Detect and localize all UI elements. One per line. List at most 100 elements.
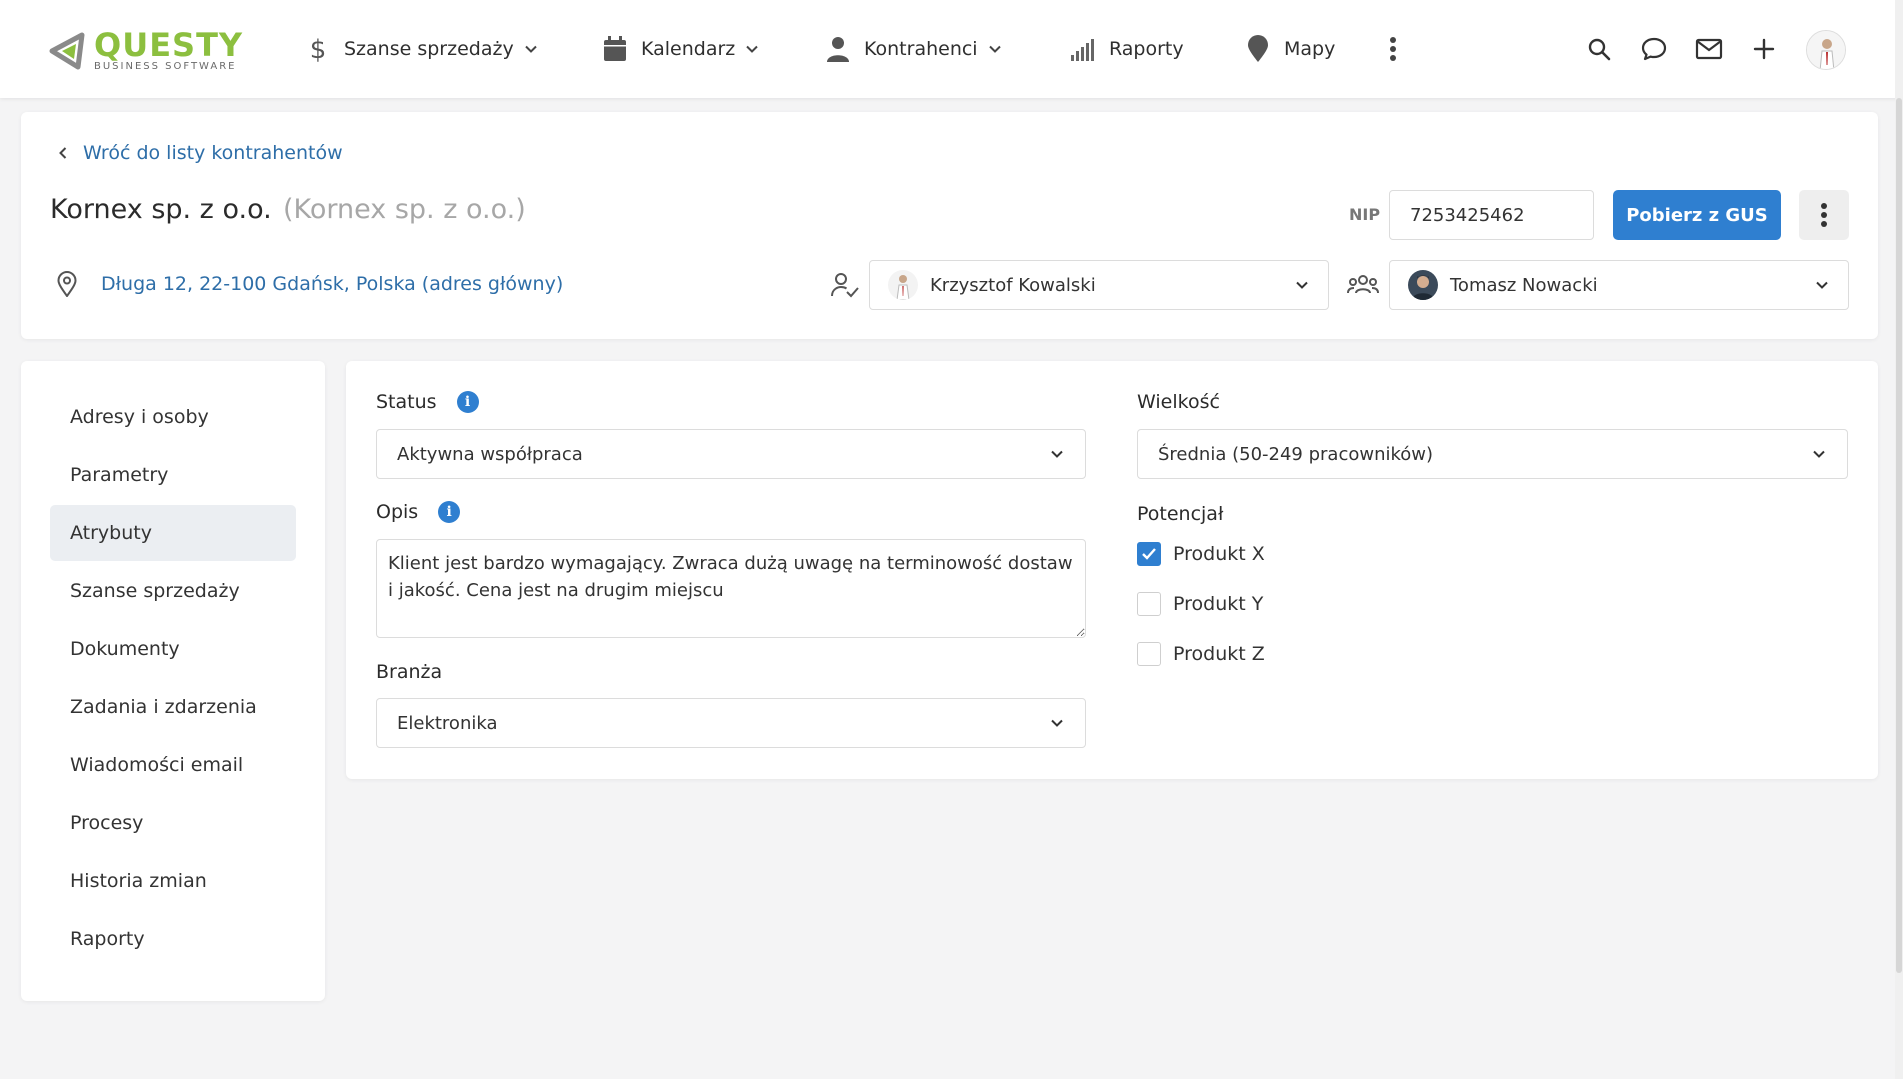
- user-check-icon: [830, 270, 860, 300]
- nav-item-label: Raporty: [1109, 38, 1184, 60]
- checkmark-icon: [1142, 548, 1156, 560]
- status-value: Aktywna współpraca: [397, 443, 583, 465]
- contractor-sidebar: Adresy i osoby Parametry Atrybuty Szanse…: [21, 361, 325, 1001]
- logo-main-text: QUESTY: [94, 25, 244, 64]
- potential-option-label: Produkt Y: [1173, 593, 1264, 615]
- svg-text:$: $: [310, 35, 327, 63]
- sidebar-item-parameters[interactable]: Parametry: [50, 447, 296, 503]
- back-to-list-link[interactable]: Wróć do listy kontrahentów: [55, 142, 343, 164]
- address-text: Długa 12, 22-100 Gdańsk, Polska (adres g…: [101, 273, 564, 295]
- potential-option-label: Produkt Z: [1173, 643, 1265, 665]
- potential-option-label: Produkt X: [1173, 543, 1265, 565]
- chevron-down-icon: [745, 42, 759, 56]
- nav-item-reports[interactable]: Raporty: [1069, 30, 1184, 68]
- industry-label-text: Branża: [376, 661, 443, 683]
- potential-label-text: Potencjał: [1137, 503, 1224, 525]
- team-icon: [1347, 270, 1379, 300]
- nip-label: NIP: [1349, 205, 1381, 224]
- logo-sub-text: BUSINESS SOFTWARE: [94, 60, 237, 72]
- user-avatar[interactable]: [1806, 30, 1846, 70]
- sidebar-item-tasks-events[interactable]: Zadania i zdarzenia: [50, 679, 296, 735]
- potential-label: Potencjał: [1137, 503, 1223, 525]
- person-icon: [824, 35, 852, 63]
- top-navigation: QUESTY BUSINESS SOFTWARE $ Szanse sprzed…: [0, 0, 1903, 98]
- info-icon[interactable]: i: [438, 501, 461, 523]
- nav-item-label: Kontrahenci: [864, 38, 978, 60]
- mail-icon[interactable]: [1692, 32, 1726, 66]
- potential-option-product-y[interactable]: Produkt Y: [1137, 592, 1263, 616]
- chevron-down-icon: [1811, 446, 1827, 462]
- team-member-avatar: [1408, 270, 1438, 300]
- status-select[interactable]: Aktywna współpraca: [376, 429, 1086, 479]
- contractor-header-card: Wróć do listy kontrahentów Kornex sp. z …: [21, 112, 1878, 339]
- description-textarea[interactable]: Klient jest bardzo wymagający. Zwraca du…: [376, 539, 1086, 638]
- checkbox-unchecked[interactable]: [1137, 642, 1161, 666]
- nav-item-label: Szanse sprzedaży: [344, 38, 514, 60]
- industry-label: Branża: [376, 661, 442, 683]
- nav-item-contractors[interactable]: Kontrahenci: [824, 30, 1002, 68]
- nav-item-sales-opportunities[interactable]: $ Szanse sprzedaży: [304, 30, 538, 68]
- fetch-from-gus-button[interactable]: Pobierz z GUS: [1613, 190, 1781, 240]
- nav-item-maps[interactable]: Mapy: [1244, 30, 1335, 68]
- calendar-icon: [601, 35, 629, 63]
- questy-logo-icon: [49, 32, 85, 70]
- chevron-down-icon: [988, 42, 1002, 56]
- industry-select[interactable]: Elektronika: [376, 698, 1086, 748]
- sidebar-item-sales-opportunities[interactable]: Szanse sprzedaży: [50, 563, 296, 619]
- search-icon[interactable]: [1582, 32, 1616, 66]
- company-size-label-text: Wielkość: [1137, 391, 1220, 413]
- chevron-left-icon: [55, 145, 71, 161]
- status-label-text: Status: [376, 391, 437, 413]
- plus-icon[interactable]: [1747, 32, 1781, 66]
- more-menu-icon[interactable]: [1376, 32, 1410, 66]
- back-link-label: Wróć do listy kontrahentów: [83, 142, 343, 164]
- checkbox-unchecked[interactable]: [1137, 592, 1161, 616]
- nav-item-calendar[interactable]: Kalendarz: [601, 30, 759, 68]
- company-size-select[interactable]: Średnia (50-249 pracowników): [1137, 429, 1848, 479]
- company-size-label: Wielkość: [1137, 391, 1220, 413]
- company-size-value: Średnia (50-249 pracowników): [1158, 443, 1434, 465]
- map-pin-icon: [1244, 35, 1272, 63]
- checkbox-checked[interactable]: [1137, 542, 1161, 566]
- owner-avatar: [888, 270, 918, 300]
- more-options-button[interactable]: [1799, 190, 1849, 240]
- owner-name: Krzysztof Kowalski: [930, 274, 1096, 296]
- questy-logo[interactable]: QUESTY BUSINESS SOFTWARE: [48, 28, 243, 72]
- vertical-dots-icon: [1821, 203, 1827, 227]
- potential-option-product-x[interactable]: Produkt X: [1137, 542, 1265, 566]
- dollar-icon: $: [304, 35, 332, 63]
- chevron-down-icon: [1049, 446, 1065, 462]
- chat-icon[interactable]: [1637, 32, 1671, 66]
- sidebar-item-email-messages[interactable]: Wiadomości email: [50, 737, 296, 793]
- sidebar-item-change-history[interactable]: Historia zmian: [50, 853, 296, 909]
- company-alias: (Kornex sp. z o.o.): [283, 194, 526, 225]
- sidebar-item-processes[interactable]: Procesy: [50, 795, 296, 851]
- nav-item-label: Mapy: [1284, 38, 1336, 60]
- team-member-select[interactable]: Tomasz Nowacki: [1389, 260, 1849, 310]
- sidebar-item-documents[interactable]: Dokumenty: [50, 621, 296, 677]
- industry-value: Elektronika: [397, 712, 498, 734]
- description-label-text: Opis: [376, 501, 419, 523]
- location-pin-icon: [55, 270, 79, 298]
- scrollbar-thumb[interactable]: [1896, 98, 1902, 973]
- signal-bars-icon: [1069, 35, 1097, 63]
- chevron-down-icon: [1294, 277, 1310, 293]
- chevron-down-icon: [1049, 715, 1065, 731]
- info-icon[interactable]: i: [456, 391, 479, 413]
- status-label: Status i: [376, 391, 479, 413]
- page-title: Kornex sp. z o.o.: [50, 194, 272, 225]
- chevron-down-icon: [524, 42, 538, 56]
- nav-item-label: Kalendarz: [641, 38, 736, 60]
- sidebar-item-attributes[interactable]: Atrybuty: [50, 505, 296, 561]
- chevron-down-icon: [1814, 277, 1830, 293]
- nip-input[interactable]: [1389, 190, 1594, 240]
- description-label: Opis i: [376, 501, 461, 523]
- page-scrollbar[interactable]: [1895, 0, 1903, 1079]
- sidebar-item-addresses[interactable]: Adresy i osoby: [50, 389, 296, 445]
- attributes-form-card: Status i Aktywna współpraca Opis i Klien…: [346, 361, 1878, 779]
- sidebar-item-reports[interactable]: Raporty: [50, 911, 296, 967]
- main-address-link[interactable]: Długa 12, 22-100 Gdańsk, Polska (adres g…: [55, 270, 563, 298]
- team-member-name: Tomasz Nowacki: [1450, 274, 1598, 296]
- account-owner-select[interactable]: Krzysztof Kowalski: [869, 260, 1329, 310]
- potential-option-product-z[interactable]: Produkt Z: [1137, 642, 1265, 666]
